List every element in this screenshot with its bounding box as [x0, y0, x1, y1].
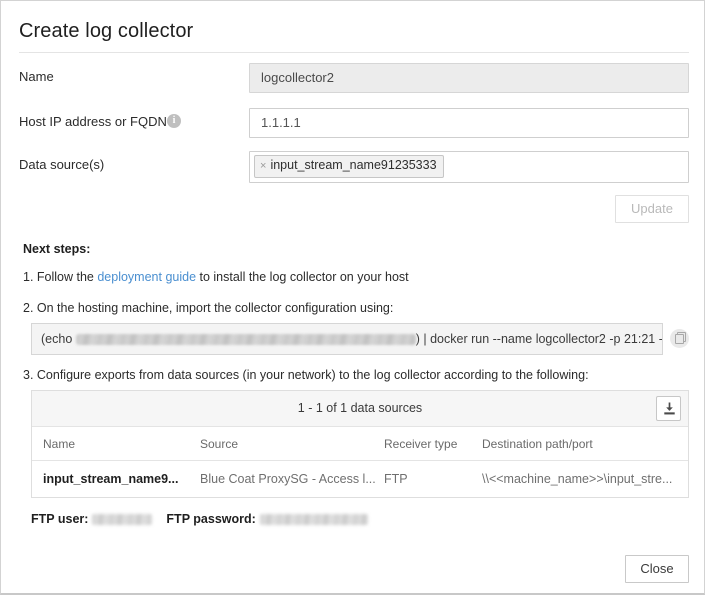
- ftp-password-label: FTP password:: [166, 512, 256, 526]
- next-steps-heading: Next steps:: [23, 242, 91, 256]
- next-step-3: 3. Configure exports from data sources (…: [23, 368, 589, 382]
- download-icon[interactable]: [656, 396, 681, 421]
- ftp-credentials: FTP user: FTP password:: [31, 512, 368, 526]
- info-icon[interactable]: i: [167, 114, 181, 128]
- docker-command-box[interactable]: (echo ) | docker run --name logcollector…: [31, 323, 663, 355]
- ftp-password-value-redacted: [259, 514, 368, 526]
- ftp-user-label: FTP user:: [31, 512, 89, 526]
- form-row-data-sources: Data source(s) × input_stream_name9123533…: [19, 151, 689, 183]
- column-header-receiver-type[interactable]: Receiver type: [384, 437, 457, 451]
- next-step-1: 1. Follow the deployment guide to instal…: [23, 270, 409, 284]
- host-label: Host IP address or FQDN: [19, 114, 167, 129]
- cell-name: input_stream_name9...: [43, 472, 179, 486]
- close-button[interactable]: Close: [625, 555, 689, 583]
- chip-label: input_stream_name91235333: [270, 158, 437, 172]
- name-input[interactable]: logcollector2: [249, 63, 689, 93]
- host-input[interactable]: 1.1.1.1: [249, 108, 689, 138]
- column-header-destination[interactable]: Destination path/port: [482, 437, 593, 451]
- redacted-command-token: [75, 334, 416, 346]
- data-source-chip[interactable]: × input_stream_name91235333: [254, 155, 444, 178]
- form-row-name: Name logcollector2: [19, 63, 689, 93]
- cell-source: Blue Coat ProxySG - Access l...: [200, 472, 376, 486]
- table-count-label: 1 - 1 of 1 data sources: [297, 401, 423, 415]
- data-sources-input[interactable]: × input_stream_name91235333: [249, 151, 689, 183]
- page-title: Create log collector: [19, 20, 194, 42]
- title-divider: [19, 52, 689, 53]
- data-sources-label: Data source(s): [19, 157, 105, 172]
- create-log-collector-dialog: Create log collector Name logcollector2 …: [0, 0, 705, 595]
- step-1-suffix: to install the log collector on your hos…: [196, 270, 409, 284]
- table-header-row: Name Source Receiver type Destination pa…: [32, 427, 688, 461]
- cell-receiver-type: FTP: [384, 472, 408, 486]
- ftp-user-value-redacted: [92, 514, 153, 526]
- table-toolbar: 1 - 1 of 1 data sources: [32, 391, 688, 427]
- name-label: Name: [19, 69, 54, 84]
- column-header-name[interactable]: Name: [43, 437, 75, 451]
- command-row: (echo ) | docker run --name logcollector…: [31, 323, 689, 355]
- deployment-guide-link[interactable]: deployment guide: [97, 270, 196, 284]
- command-prefix: (echo: [41, 332, 76, 346]
- command-suffix: ) | docker run --name logcollector2 -p 2…: [415, 332, 663, 346]
- form-row-host: Host IP address or FQDN i 1.1.1.1: [19, 108, 689, 138]
- copy-icon[interactable]: [670, 329, 689, 348]
- cell-destination: \\<<machine_name>>\input_stre...: [482, 472, 673, 486]
- update-button[interactable]: Update: [615, 195, 689, 223]
- step-1-prefix: 1. Follow the: [23, 270, 98, 284]
- data-sources-table: 1 - 1 of 1 data sources Name Source Rece…: [31, 390, 689, 498]
- chip-remove-icon[interactable]: ×: [260, 160, 266, 172]
- column-header-source[interactable]: Source: [200, 437, 238, 451]
- next-step-2: 2. On the hosting machine, import the co…: [23, 301, 394, 315]
- table-row[interactable]: input_stream_name9... Blue Coat ProxySG …: [32, 461, 688, 497]
